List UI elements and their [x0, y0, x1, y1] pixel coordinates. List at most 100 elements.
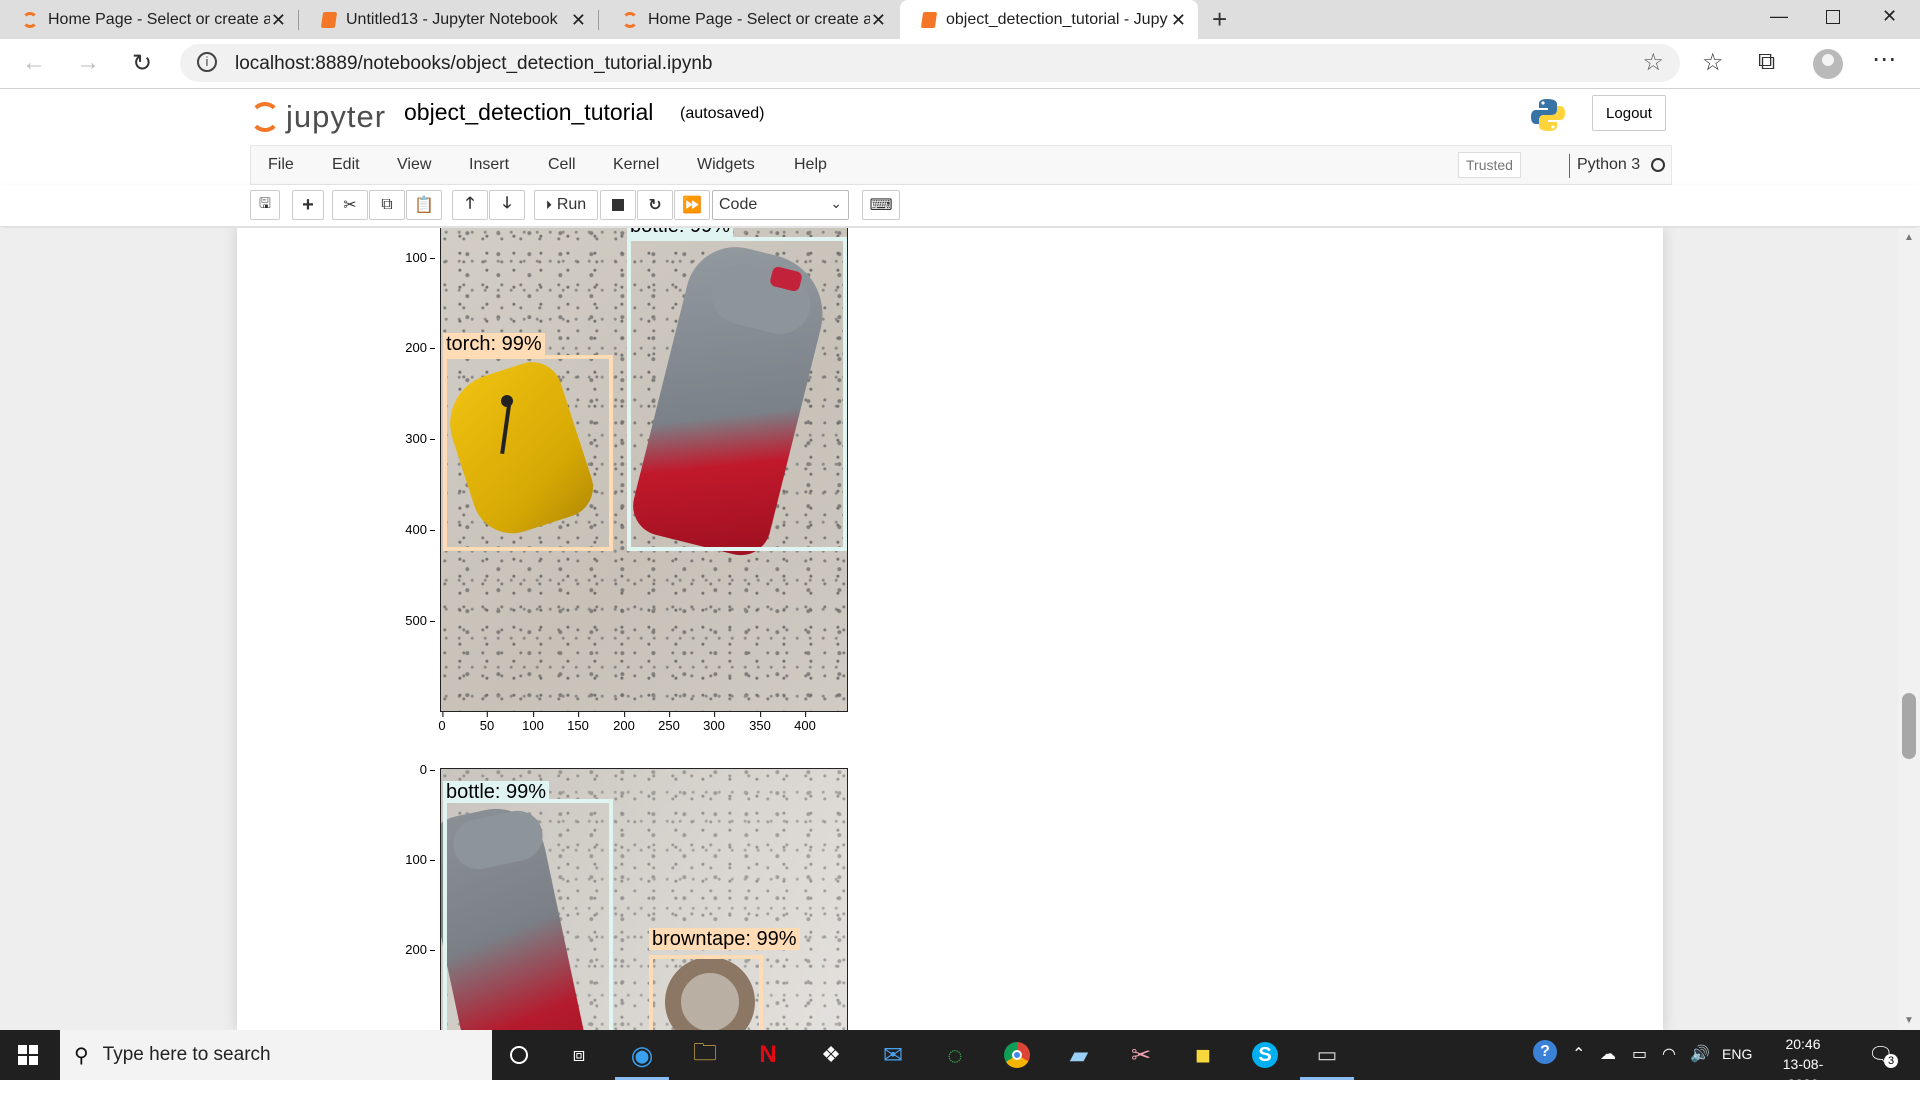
- keyboard-icon: ⌨: [869, 197, 893, 214]
- tab-title: Home Page - Select or create a n: [48, 10, 270, 28]
- scroll-down-icon[interactable]: ▼: [1904, 1015, 1914, 1026]
- kernel-name[interactable]: Python 3: [1577, 156, 1640, 174]
- close-tab-icon[interactable]: ✕: [571, 10, 586, 31]
- insert-cell-button[interactable]: +: [292, 190, 324, 220]
- skype-icon[interactable]: S: [1249, 1039, 1281, 1071]
- more-options-icon[interactable]: ⋯: [1872, 45, 1896, 74]
- y-tick: 0: [397, 762, 435, 777]
- y-tick: 100: [397, 250, 435, 265]
- chrome-icon[interactable]: [1001, 1039, 1033, 1071]
- profile-avatar[interactable]: [1813, 49, 1843, 79]
- menu-help[interactable]: Help: [794, 156, 827, 174]
- volume-icon[interactable]: 🔊: [1690, 1044, 1710, 1064]
- move-down-button[interactable]: 🡓: [489, 190, 525, 220]
- interrupt-button[interactable]: [600, 190, 636, 220]
- bottle-bounding-box: [443, 799, 613, 1030]
- browser-tab[interactable]: Home Page - Select or create a n ✕: [0, 0, 298, 39]
- url-field[interactable]: i localhost:8889/notebooks/object_detect…: [180, 44, 1680, 82]
- arrow-down-icon: 🡓: [502, 194, 512, 212]
- close-tab-icon[interactable]: ✕: [271, 10, 286, 31]
- cortana-icon[interactable]: [503, 1039, 535, 1071]
- cell-type-select[interactable]: Code ⌄: [712, 190, 849, 220]
- dropbox-icon[interactable]: ❖: [815, 1039, 847, 1071]
- move-up-button[interactable]: 🡑: [452, 190, 488, 220]
- sync-app-icon[interactable]: ◌: [939, 1039, 971, 1071]
- file-explorer-icon[interactable]: 🗀: [689, 1039, 721, 1071]
- browser-tab[interactable]: Untitled13 - Jupyter Notebook ✕: [300, 0, 598, 39]
- x-tick: 50: [479, 712, 495, 733]
- y-tick: 200: [397, 942, 435, 957]
- minimize-icon[interactable]: —: [1770, 6, 1788, 27]
- tab-title: Home Page - Select or create a n: [648, 10, 870, 28]
- detection-label: bottle: 99%: [627, 228, 734, 237]
- menu-edit[interactable]: Edit: [332, 156, 360, 174]
- logout-button[interactable]: Logout: [1592, 95, 1666, 131]
- browser-tab[interactable]: Home Page - Select or create a n ✕: [600, 0, 898, 39]
- scissors-icon: ✂: [343, 197, 357, 214]
- edge-browser-icon[interactable]: ◉: [626, 1039, 658, 1071]
- menu-kernel[interactable]: Kernel: [613, 156, 659, 174]
- notebook-title[interactable]: object_detection_tutorial: [404, 99, 653, 126]
- wifi-icon[interactable]: ◠: [1662, 1044, 1676, 1064]
- help-icon[interactable]: ?: [1533, 1040, 1557, 1064]
- menu-insert[interactable]: Insert: [469, 156, 509, 174]
- stop-icon: [612, 199, 624, 211]
- chevron-down-icon: ⌄: [830, 195, 842, 211]
- info-icon[interactable]: i: [197, 52, 217, 72]
- url-text: localhost:8889/notebooks/object_detectio…: [235, 53, 713, 74]
- notebook-container: bottle: 99% torch: 99% 100 200 300 400 5…: [237, 228, 1663, 1030]
- run-button[interactable]: ⏵ Run: [534, 190, 598, 220]
- detection-image: bottle: 99% torch: 99%: [440, 228, 848, 712]
- tab-title: object_detection_tutorial - Jupyt: [946, 10, 1168, 28]
- trusted-indicator[interactable]: Trusted: [1458, 152, 1521, 178]
- menu-file[interactable]: File: [268, 156, 294, 174]
- command-palette-button[interactable]: ⌨: [862, 190, 900, 220]
- scroll-up-icon[interactable]: ▲: [1904, 232, 1914, 243]
- page-scrollbar[interactable]: ▲ ▼: [1898, 228, 1920, 1030]
- sticky-notes-icon[interactable]: ■: [1187, 1039, 1219, 1071]
- menu-cell[interactable]: Cell: [548, 156, 576, 174]
- refresh-icon[interactable]: ↻: [132, 49, 152, 78]
- battery-icon[interactable]: ▭: [1632, 1044, 1647, 1064]
- new-tab-button[interactable]: +: [1212, 4, 1227, 35]
- collections-icon[interactable]: ⧉: [1758, 48, 1775, 76]
- language-indicator[interactable]: ENG: [1722, 1046, 1752, 1062]
- cell-type-value: Code: [719, 196, 758, 213]
- netflix-icon[interactable]: N: [752, 1039, 784, 1071]
- favorites-list-icon[interactable]: ☆: [1702, 48, 1724, 77]
- close-window-icon[interactable]: ✕: [1882, 6, 1897, 27]
- browser-tab-active[interactable]: object_detection_tutorial - Jupyt ✕: [900, 0, 1198, 39]
- y-tick: 400: [397, 522, 435, 537]
- close-tab-icon[interactable]: ✕: [1171, 10, 1186, 31]
- task-view-icon[interactable]: ⧈: [563, 1039, 595, 1071]
- notebook-area: bottle: 99% torch: 99% 100 200 300 400 5…: [0, 228, 1920, 1030]
- menu-widgets[interactable]: Widgets: [697, 156, 755, 174]
- copy-button[interactable]: ⧉: [369, 190, 405, 220]
- windows-start-icon[interactable]: [18, 1045, 38, 1065]
- paste-button[interactable]: 📋: [406, 190, 442, 220]
- favorite-star-icon[interactable]: ☆: [1642, 48, 1664, 77]
- app-icon[interactable]: ▰: [1063, 1039, 1095, 1071]
- restart-button[interactable]: ↻: [637, 190, 673, 220]
- close-tab-icon[interactable]: ✕: [871, 10, 886, 31]
- cut-button[interactable]: ✂: [332, 190, 368, 220]
- jupyter-book-icon: [920, 11, 938, 28]
- tab-title: Untitled13 - Jupyter Notebook: [346, 10, 558, 28]
- system-clock[interactable]: 20:46 13-08-2020: [1768, 1034, 1838, 1094]
- y-tick: 300: [397, 431, 435, 446]
- scrollbar-thumb[interactable]: [1902, 693, 1916, 759]
- menu-view[interactable]: View: [397, 156, 431, 174]
- save-button[interactable]: 🖫: [250, 190, 280, 220]
- terminal-icon[interactable]: ▭: [1311, 1039, 1343, 1071]
- cloud-icon[interactable]: ☁: [1600, 1044, 1616, 1064]
- back-icon[interactable]: ←: [22, 49, 46, 77]
- snip-tool-icon[interactable]: ✂: [1125, 1039, 1157, 1071]
- forward-icon[interactable]: →: [76, 49, 100, 77]
- jupyter-logo[interactable]: jupyter: [250, 97, 386, 137]
- mail-icon[interactable]: ✉: [877, 1039, 909, 1071]
- restart-run-all-button[interactable]: ⏩: [674, 190, 710, 220]
- chevron-up-icon[interactable]: ⌃: [1572, 1044, 1585, 1064]
- detection-label: torch: 99%: [443, 333, 545, 355]
- taskbar-search[interactable]: ⚲ Type here to search: [60, 1030, 492, 1080]
- restore-icon[interactable]: [1826, 10, 1840, 24]
